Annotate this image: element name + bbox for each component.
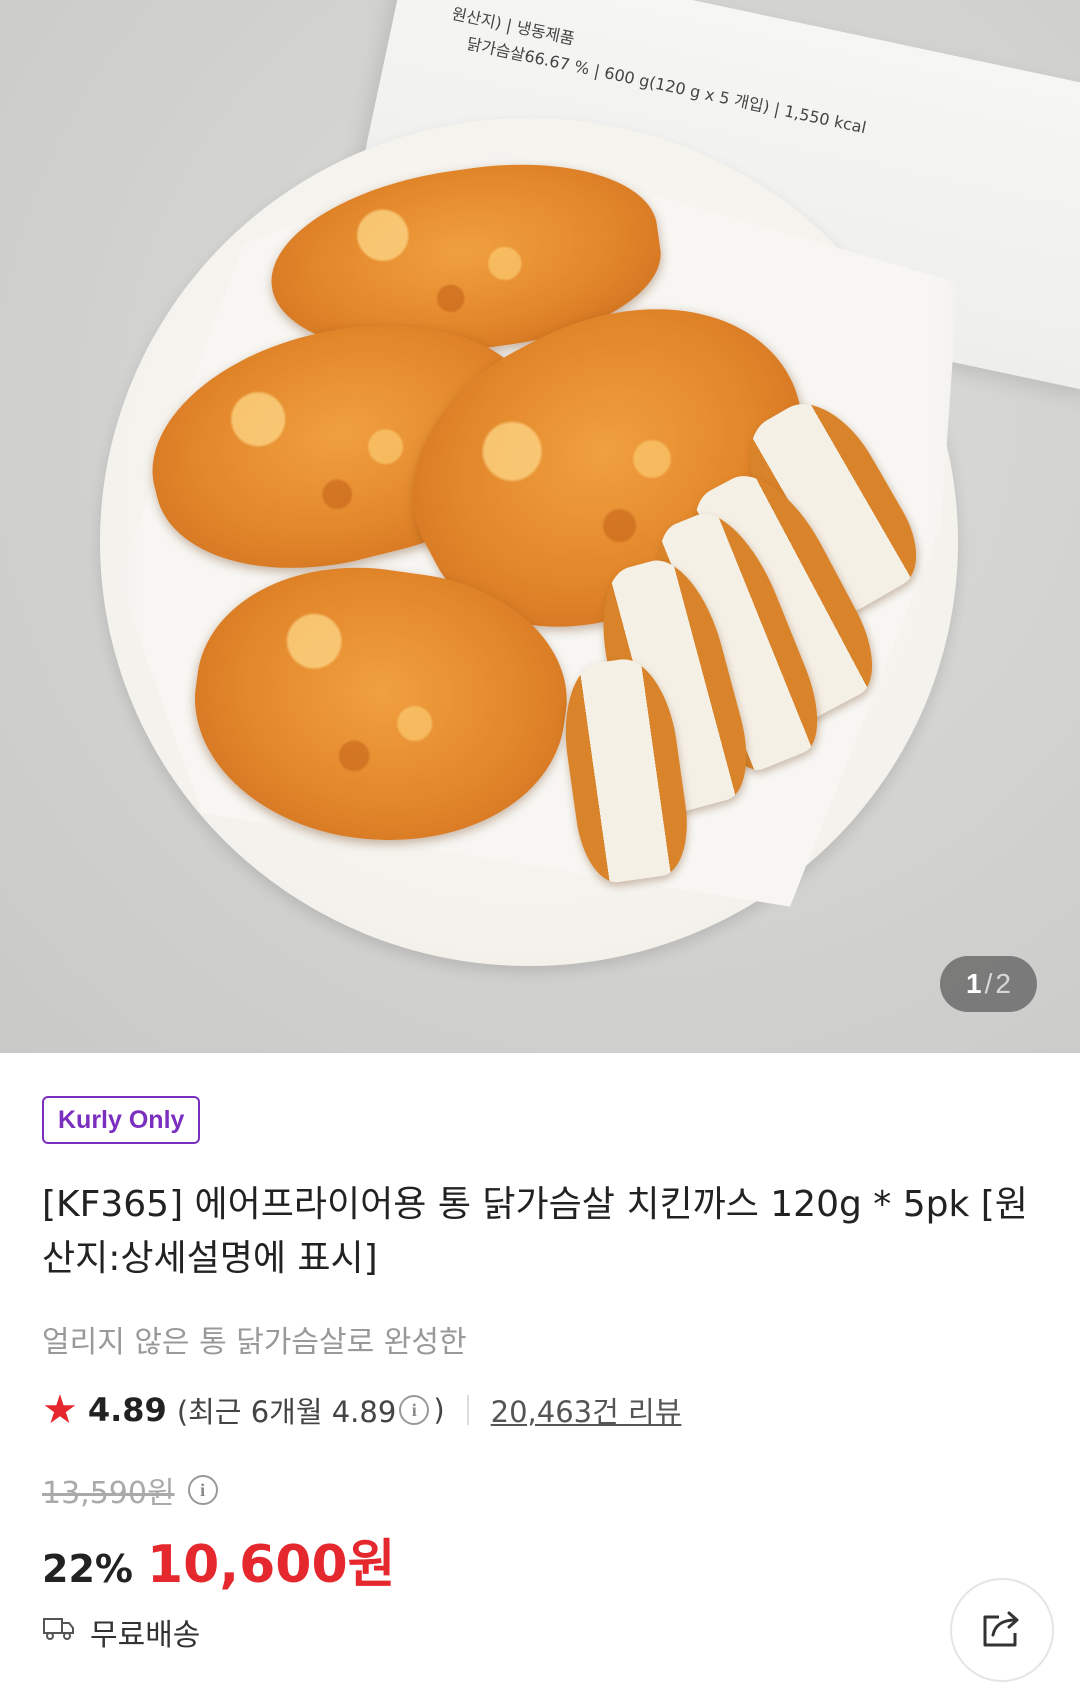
- price-row: 22% 10,600원: [42, 1522, 395, 1597]
- delivery-text: 무료배송: [90, 1618, 201, 1653]
- original-price-row: 13,590원 i: [42, 1468, 218, 1512]
- kurly-only-badge: Kurly Only: [42, 1096, 201, 1144]
- truck-icon: [42, 1614, 76, 1650]
- counter-total: 2: [995, 968, 1011, 999]
- review-count-link[interactable]: 20,463건 리뷰: [491, 1389, 682, 1431]
- recent-rating: (최근 6개월 4.89: [176, 1395, 397, 1429]
- star-icon: ★: [42, 1387, 78, 1433]
- sale-price: 10,600원: [146, 1535, 396, 1595]
- product-title: [KF365] 에어프라이어용 통 닭가슴살 치킨까스 120g * 5pk […: [42, 1184, 1028, 1279]
- product-subtitle: 얼리지 않은 통 닭가슴살로 완성한: [42, 1325, 467, 1360]
- discount-rate: 22%: [42, 1547, 133, 1591]
- info-icon[interactable]: i: [399, 1395, 430, 1425]
- counter-current: 1: [966, 968, 982, 999]
- original-price: 13,590원: [42, 1476, 175, 1511]
- divider: [466, 1395, 469, 1425]
- rating-score: 4.89: [87, 1391, 167, 1429]
- image-page-counter: 1 / 2: [940, 956, 1037, 1012]
- share-icon: [979, 1607, 1025, 1653]
- share-button[interactable]: [950, 1578, 1054, 1682]
- rating-row: ★ 4.89 (최근 6개월 4.89 i ) 20,463건 리뷰: [42, 1385, 681, 1435]
- counter-separator: /: [984, 968, 993, 999]
- delivery-row: 무료배송: [42, 1610, 200, 1654]
- price-info-icon[interactable]: i: [187, 1475, 218, 1505]
- product-image-carousel[interactable]: 원산지) | 냉동제품 닭가슴살66.67 % | 600 g(120 g x …: [0, 0, 1080, 1053]
- recent-rating-close: ): [433, 1393, 445, 1427]
